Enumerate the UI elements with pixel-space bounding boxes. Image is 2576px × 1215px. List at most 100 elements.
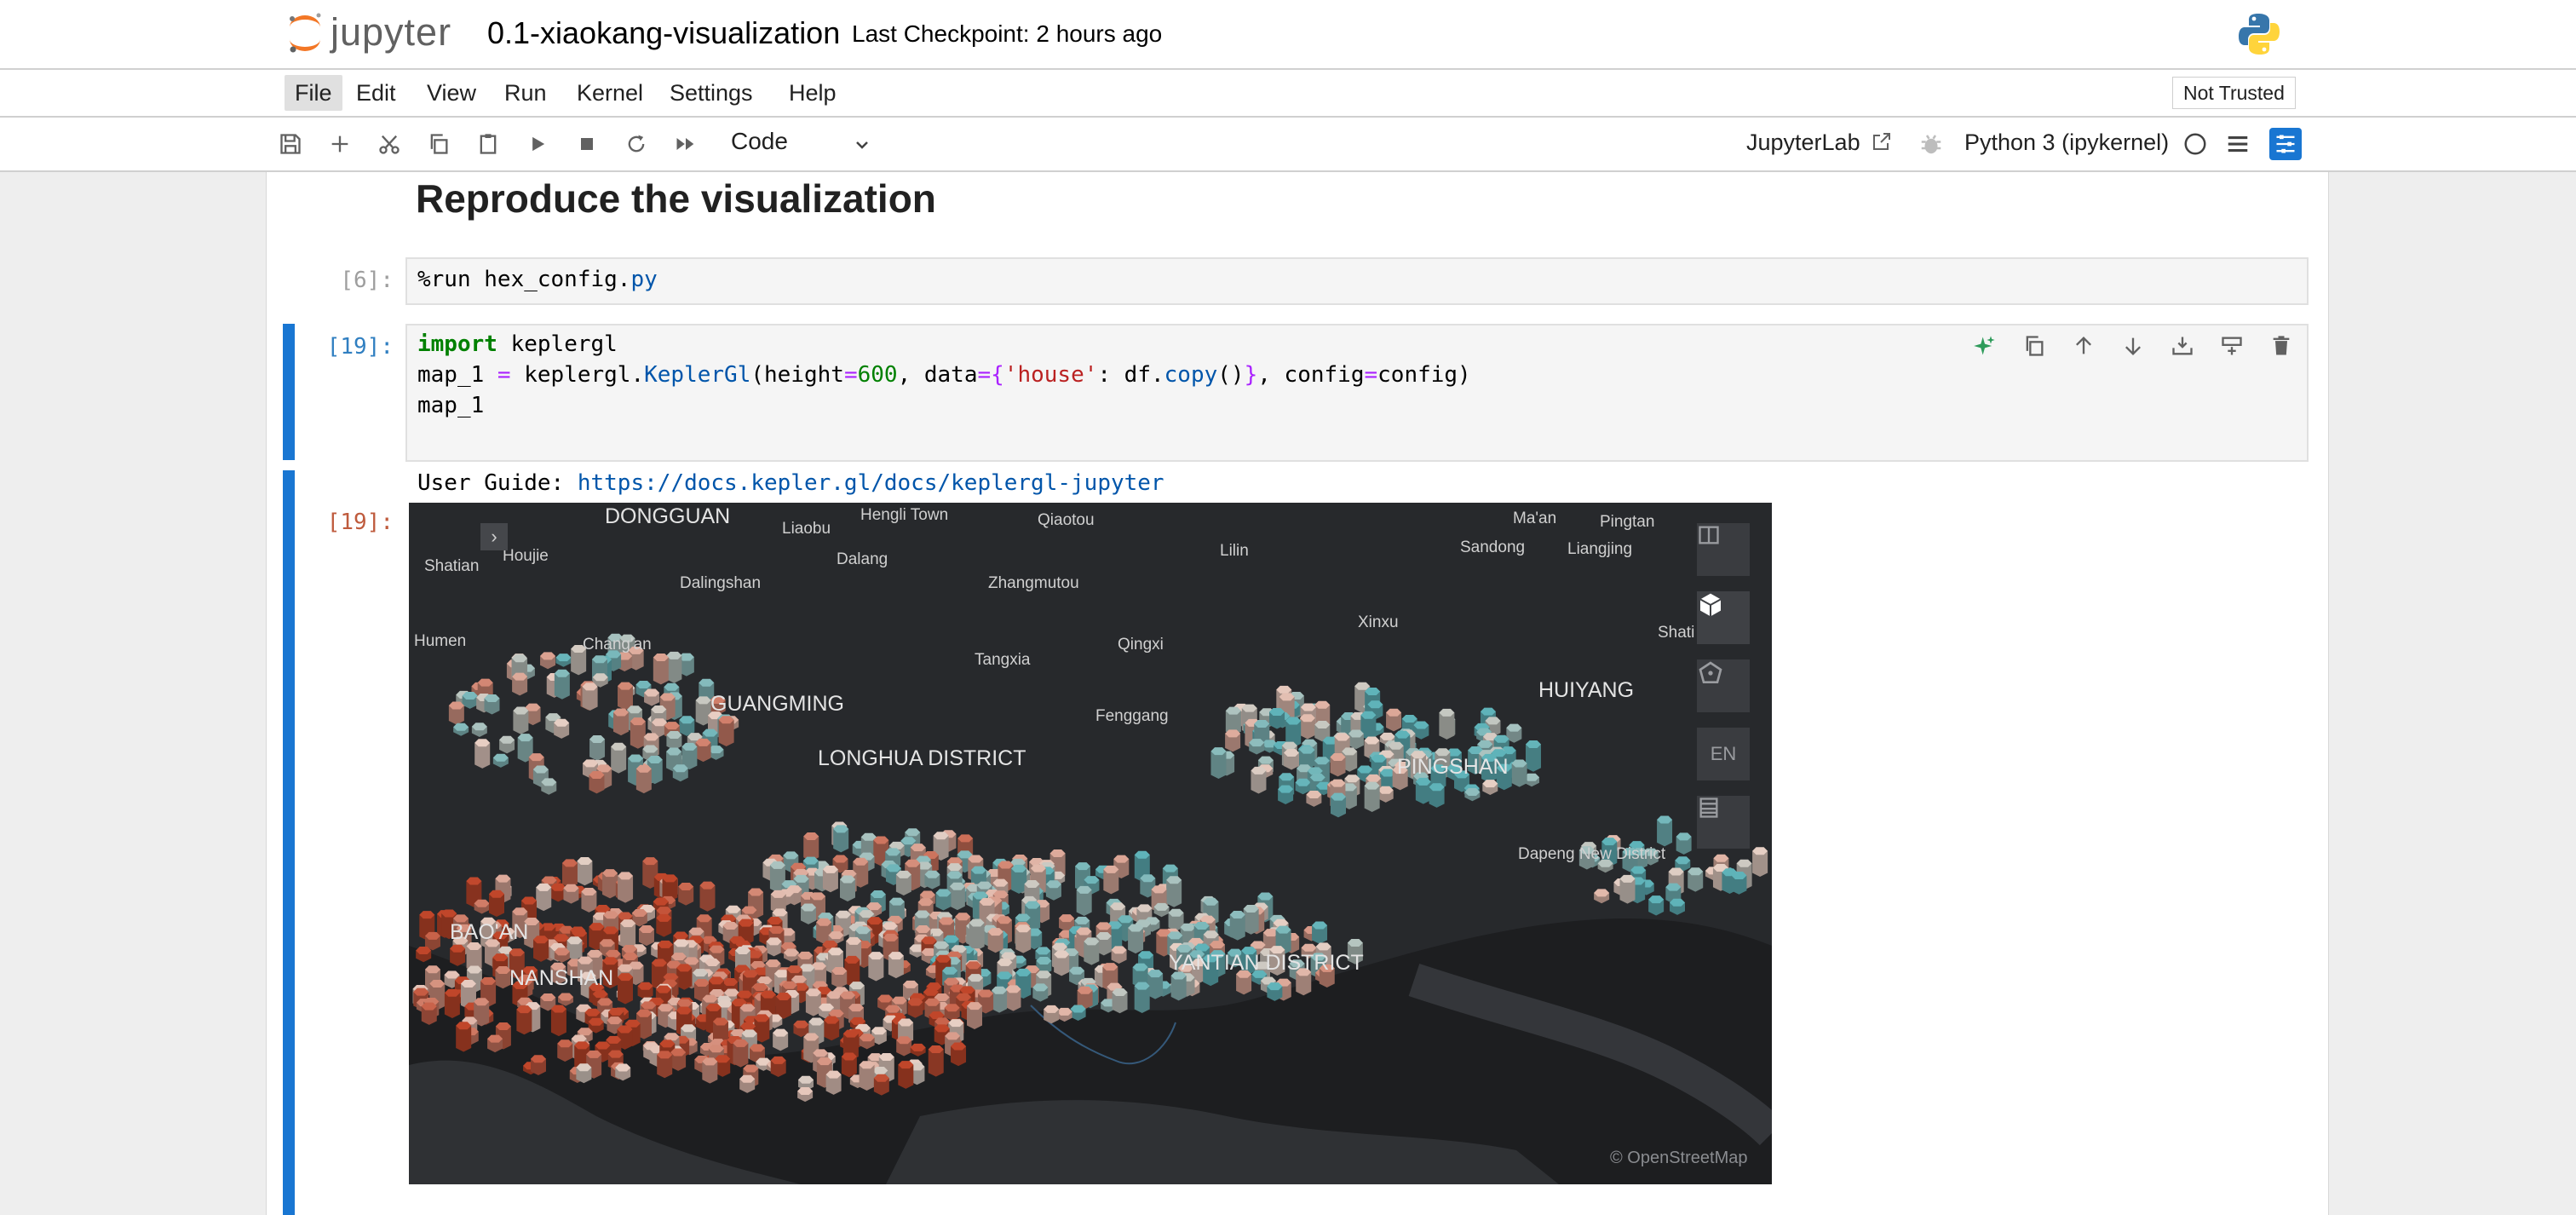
chevron-down-icon[interactable] (852, 135, 872, 155)
map-place-label: BAO'AN (450, 920, 529, 944)
top-header: jupyter 0.1-xiaokang-visualization Last … (0, 0, 2576, 70)
map-place-label: Sandong (1460, 538, 1526, 556)
insert-below-icon[interactable] (2218, 332, 2245, 360)
hex-column-side (969, 923, 985, 951)
paste-icon[interactable] (474, 130, 503, 158)
move-down-icon[interactable] (2119, 332, 2147, 360)
hex-column-side (1364, 786, 1380, 813)
output-collapser[interactable] (283, 470, 295, 1215)
map-place-label: Pingtan (1600, 513, 1655, 531)
map-place-label: NANSHAN (509, 966, 614, 990)
3d-view-button[interactable] (1697, 591, 1750, 644)
hex-column-side (699, 885, 716, 912)
hex-column-side (1525, 744, 1541, 772)
map-place-label: Houjie (503, 547, 549, 565)
move-up-icon[interactable] (2070, 332, 2097, 360)
hex-column-side (1752, 850, 1768, 878)
kernel-status-idle-icon (2184, 133, 2206, 155)
cell-type-select[interactable]: Code (731, 128, 788, 155)
stop-icon[interactable] (572, 130, 601, 158)
user-guide-link[interactable]: https://docs.kepler.gl/docs/keplergl-jup… (578, 470, 1164, 496)
trust-status-button[interactable]: Not Trusted (2172, 77, 2296, 109)
expand-panel-button[interactable]: › (480, 523, 508, 550)
python-logo-icon (2239, 14, 2280, 55)
ai-sparkle-icon[interactable] (1971, 332, 1998, 360)
map-place-label: Dapeng New District (1518, 845, 1666, 863)
run-icon[interactable] (523, 130, 552, 158)
menu-settings[interactable]: Settings (659, 75, 763, 111)
hex-column-side (618, 875, 634, 903)
map-place-label: Zhangmutou (988, 574, 1079, 592)
code-editor[interactable]: %run hex_config.py (405, 257, 2309, 305)
fast-forward-icon[interactable] (671, 130, 700, 158)
kernel-name[interactable]: Python 3 (ipykernel) (1964, 130, 2169, 156)
add-cell-icon[interactable] (325, 130, 354, 158)
hex-column-side (474, 742, 491, 769)
map-place-label: Qingxi (1118, 636, 1164, 654)
copy-icon[interactable] (424, 130, 453, 158)
hex-column-side (611, 746, 627, 774)
hex-column-side (1076, 890, 1092, 917)
split-map-button[interactable] (1697, 523, 1750, 576)
map-place-label: HUIYANG (1538, 678, 1635, 702)
kepler-map[interactable]: DONGGUAN Liaobu Hengli Town Qiaotou Ma'an Pin… (409, 503, 1772, 1184)
duplicate-cell-icon[interactable] (2021, 332, 2048, 360)
save-icon[interactable] (276, 130, 305, 158)
property-inspector-icon (2276, 135, 2295, 153)
legend-button[interactable] (1697, 796, 1750, 849)
last-checkpoint: Last Checkpoint: 2 hours ago (852, 20, 1163, 47)
hex-column-side (928, 1049, 944, 1077)
map-place-label: Shatian (424, 557, 480, 575)
cube-3d-icon (1699, 593, 1722, 617)
hex-column-side (1134, 986, 1150, 1014)
hex-column-side (653, 657, 669, 685)
insert-above-icon[interactable] (2169, 332, 2196, 360)
map-place-label: Liangjing (1567, 540, 1633, 558)
debugger-bug-icon[interactable] (1918, 131, 1944, 157)
property-inspector-button[interactable] (2269, 128, 2302, 160)
hex-column-side (1229, 914, 1245, 941)
map-place-label: Dalingshan (680, 574, 762, 592)
menu-edit[interactable]: Edit (346, 75, 406, 111)
map-place-label: Xinxu (1358, 613, 1399, 631)
external-link-icon (1873, 133, 1891, 150)
map-place-label: Liaobu (782, 520, 831, 538)
hex-column-side (550, 1008, 566, 1037)
map-place-label: Hengli Town (860, 506, 949, 524)
menu-file[interactable]: File (285, 75, 342, 111)
delete-cell-icon[interactable] (2268, 332, 2295, 360)
jupyter-logo-icon (290, 13, 321, 53)
menu-kernel[interactable]: Kernel (566, 75, 653, 111)
menu-help[interactable]: Help (779, 75, 847, 111)
map-canvas[interactable] (409, 503, 1772, 1184)
map-place-label: Chang'an (583, 636, 652, 654)
draw-polygon-button[interactable] (1697, 659, 1750, 712)
language-button[interactable]: EN (1697, 728, 1750, 780)
open-in-jupyterlab-link[interactable]: JupyterLab (1746, 130, 1892, 156)
jupyter-logo[interactable]: jupyter (285, 7, 451, 58)
hex-column-side (1439, 712, 1455, 740)
hex-column-side (1210, 751, 1227, 779)
map-place-label: Humen (414, 632, 467, 650)
markdown-heading: Reproduce the visualization (416, 176, 936, 221)
hex-column-side (456, 1025, 472, 1052)
menu-bar: File Edit View Run Kernel Settings Help … (0, 70, 2576, 118)
menu-view[interactable]: View (417, 75, 486, 111)
menu-lines-icon[interactable] (2225, 131, 2251, 157)
map-place-label: LONGHUA DISTRICT (818, 746, 1026, 770)
cut-icon[interactable] (375, 130, 404, 158)
menu-run[interactable]: Run (494, 75, 557, 111)
code-line: import keplergl (417, 331, 618, 357)
notebook-title[interactable]: 0.1-xiaokang-visualization (487, 15, 840, 51)
polygon-icon (1699, 661, 1722, 683)
input-prompt: [19]: (326, 334, 394, 360)
map-place-label: Tangxia (975, 651, 1031, 669)
hex-column-side (1243, 908, 1259, 935)
split-map-icon (1699, 526, 1719, 544)
map-place-label: Shati (1658, 624, 1695, 642)
map-place-label: DONGGUAN (605, 504, 731, 528)
code-line: %run hex_config.py (417, 267, 658, 292)
output-prompt: [19]: (326, 510, 394, 535)
hex-column-side (618, 976, 634, 1005)
restart-icon[interactable] (622, 130, 651, 158)
